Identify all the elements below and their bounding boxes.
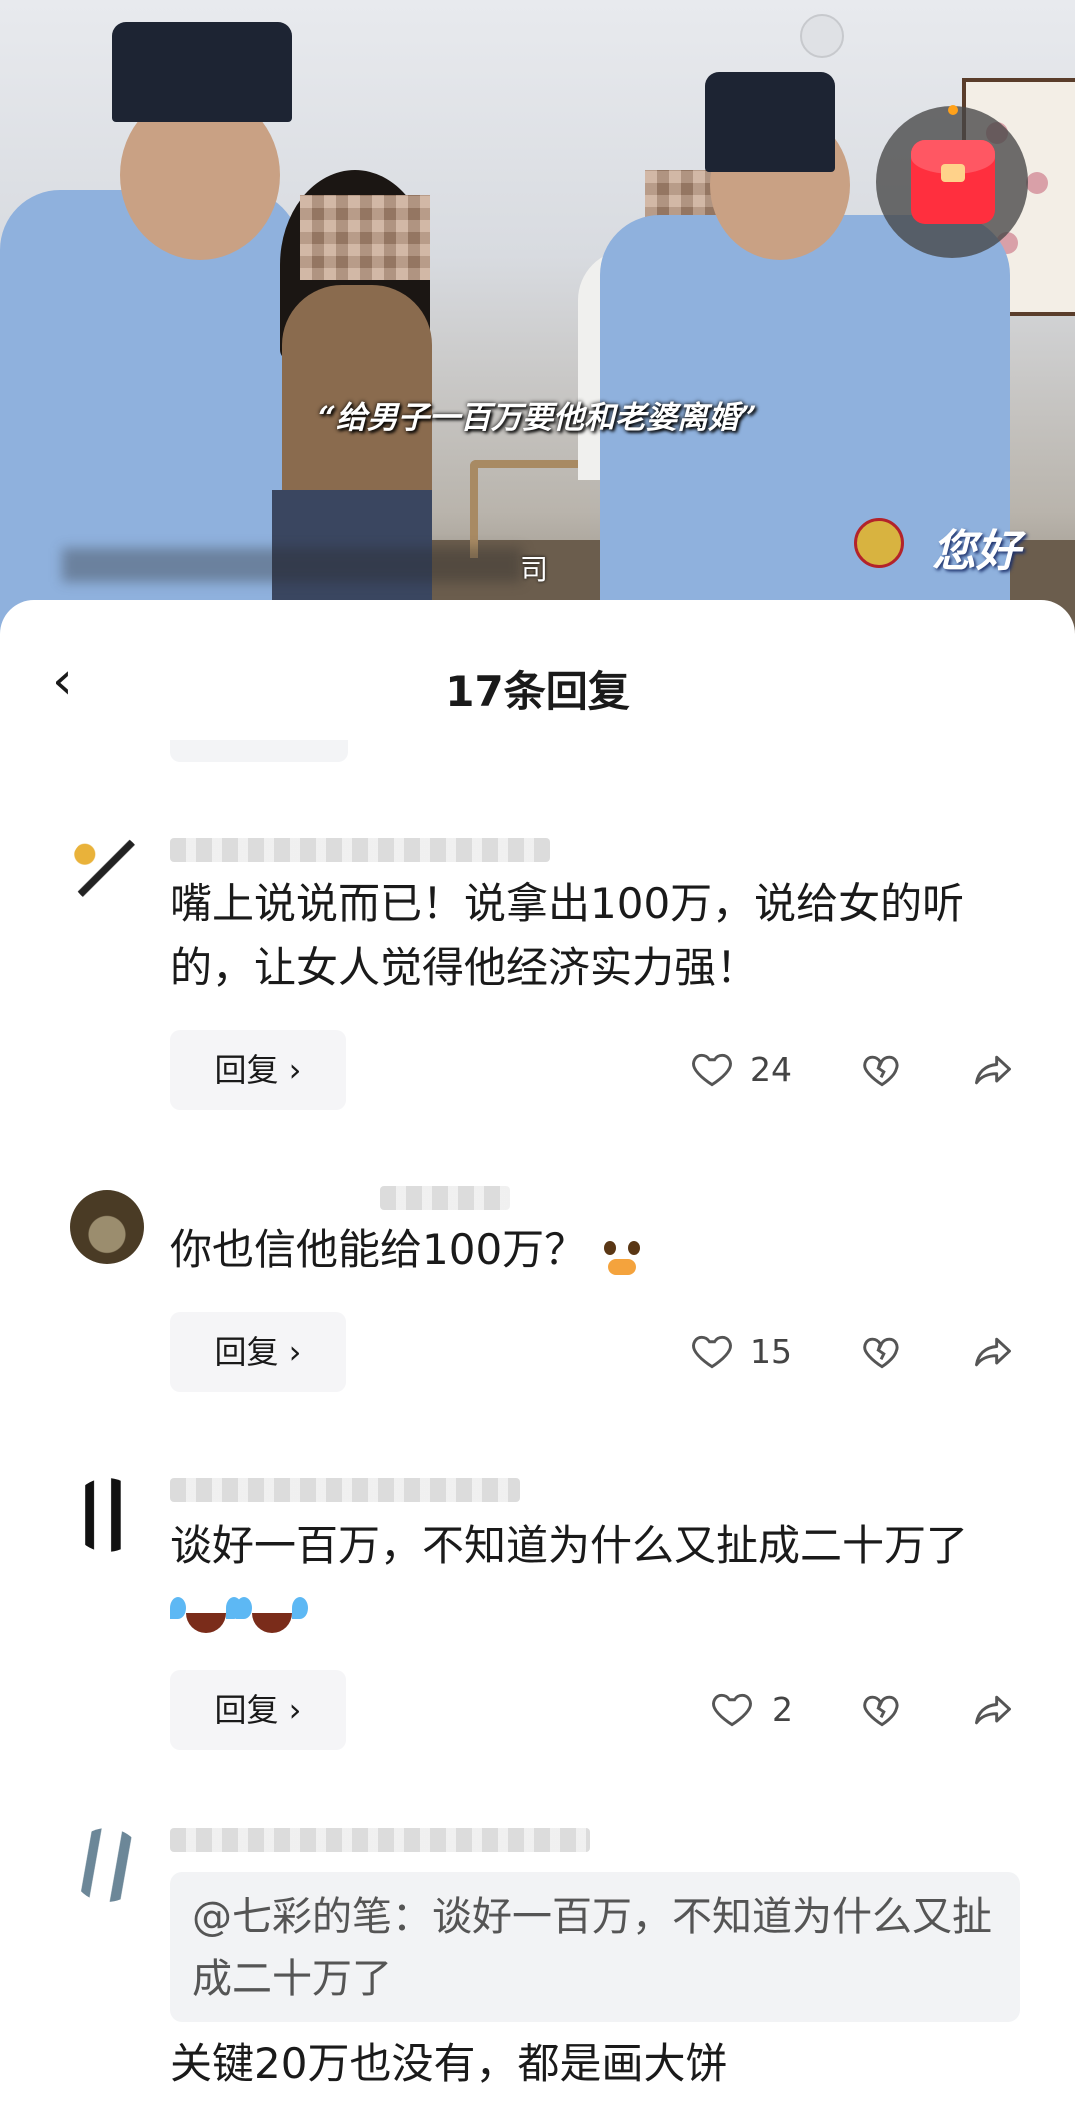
reply-button[interactable]: 回复 › [170, 1670, 346, 1750]
pleading-face-emoji [592, 1223, 652, 1283]
comment-actions: 15 [680, 1312, 1040, 1392]
avatar[interactable] [70, 1478, 144, 1552]
blurred-username [170, 1828, 590, 1852]
officer-right-cap [705, 72, 835, 172]
laughing-crying-emoji [176, 1583, 236, 1643]
avatar[interactable] [70, 1828, 144, 1902]
video-caption: “给男子一百万要他和老婆离婚” [318, 400, 757, 436]
blurred-username [170, 838, 550, 862]
laughing-crying-emoji [242, 1583, 302, 1643]
comment-body: 谈好一百万，不知道为什么又扯成二十万了 [170, 1521, 969, 1570]
officer-left-cap [112, 22, 292, 122]
broken-heart-icon[interactable] [860, 1330, 904, 1374]
heart-icon[interactable] [690, 1330, 734, 1374]
avatar[interactable] [70, 832, 144, 906]
blurred-username [170, 1478, 520, 1502]
police-emblem-icon [854, 518, 904, 568]
previous-reply-button[interactable] [170, 740, 348, 762]
blurred-username [380, 1186, 510, 1210]
comment-actions: 24 [680, 1030, 1040, 1110]
sheet-header: ‹ 17条回复 [0, 640, 1075, 720]
reply-button[interactable]: 回复 › [170, 1030, 346, 1110]
subtitle-tail: 司 [520, 553, 549, 586]
reply-button[interactable]: 回复 › [170, 1312, 346, 1392]
replies-sheet: ‹ 17条回复 嘴上说说而已！说拿出100万，说给女的听的，让女人觉得他经济实力… [0, 600, 1075, 2107]
face-mosaic [300, 195, 430, 280]
broken-heart-icon[interactable] [860, 1048, 904, 1092]
avatar[interactable] [70, 1190, 144, 1264]
blurred-subtitle [62, 548, 522, 582]
like-count: 2 [772, 1690, 793, 1729]
comment-text: 嘴上说说而已！说拿出100万，说给女的听的，让女人觉得他经济实力强！ [170, 879, 965, 992]
like-count: 15 [750, 1332, 792, 1371]
share-icon[interactable] [970, 1048, 1016, 1092]
comment-text: 关键20万也没有，都是画大饼 [170, 2039, 728, 2088]
comment-text: 谈好一百万，不知道为什么又扯成二十万了 [170, 1514, 1030, 1643]
share-icon[interactable] [970, 1688, 1016, 1732]
heart-icon[interactable] [690, 1048, 734, 1092]
share-icon[interactable] [970, 1330, 1016, 1374]
comment-body: 你也信他能给100万？ [170, 1225, 587, 1274]
wall-socket [800, 14, 844, 58]
notification-dot [948, 105, 958, 115]
comment-text: 你也信他能给100万？ [170, 1218, 1030, 1283]
like-count: 24 [750, 1050, 792, 1089]
comment-actions: 2 [680, 1670, 1040, 1750]
channel-watermark: 您好 [932, 526, 1020, 577]
video-player[interactable]: “给男子一百万要他和老婆离婚” 司 您好 [0, 0, 1075, 640]
red-packet-icon[interactable] [911, 140, 995, 224]
sheet-title: 17条回复 [445, 667, 630, 716]
broken-heart-icon[interactable] [860, 1688, 904, 1732]
quoted-reply: @七彩的笔：谈好一百万，不知道为什么又扯成二十万了 [170, 1872, 1020, 2022]
heart-icon[interactable] [710, 1688, 754, 1732]
